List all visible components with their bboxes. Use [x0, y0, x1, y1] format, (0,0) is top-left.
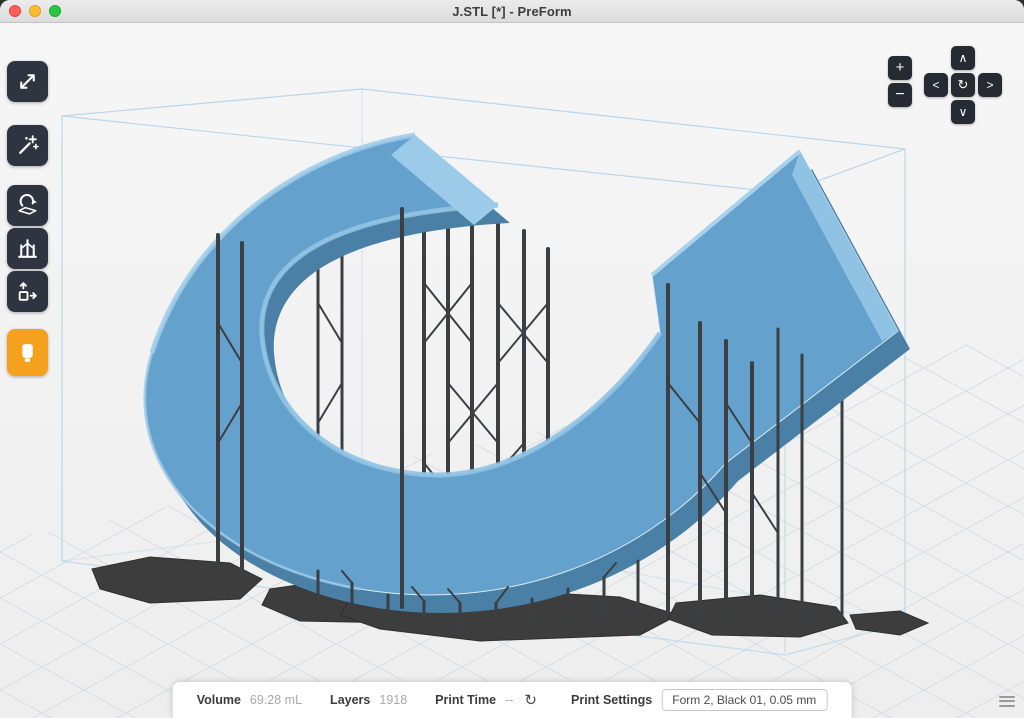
layers-value: 1918: [379, 693, 407, 707]
print-settings-select[interactable]: Form 2, Black 01, 0.05 mm: [661, 689, 827, 711]
refresh-print-time-button[interactable]: ↻: [518, 692, 543, 709]
rotate-icon: [15, 193, 40, 218]
pan-up-button[interactable]: ∧: [951, 46, 975, 70]
orbit-home-button[interactable]: ↻: [951, 73, 975, 97]
print-settings-label: Print Settings: [571, 693, 652, 707]
layers-label: Layers: [330, 693, 370, 707]
close-button[interactable]: [9, 5, 21, 17]
zoom-in-button[interactable]: +: [888, 56, 912, 80]
zoom-out-button[interactable]: −: [888, 83, 912, 107]
minimize-button[interactable]: [29, 5, 41, 17]
layout-tool-button[interactable]: [7, 271, 48, 312]
volume-value: 69.28 mL: [250, 693, 302, 707]
print-time-label: Print Time: [435, 693, 496, 707]
menu-icon[interactable]: [999, 693, 1015, 709]
titlebar: J.STL [*] - PreForm: [0, 0, 1024, 23]
window-title: J.STL [*] - PreForm: [452, 4, 571, 19]
print-time-group: Print Time -- ↻: [435, 692, 543, 709]
orientation-tool-button[interactable]: [7, 185, 48, 226]
supports-tool-button[interactable]: [7, 228, 48, 269]
expand-icon: [15, 69, 40, 94]
supports-lattice-icon: [15, 236, 40, 261]
volume-group: Volume 69.28 mL: [197, 693, 302, 707]
print-button[interactable]: [7, 329, 48, 376]
size-tool-button[interactable]: [7, 61, 48, 102]
viewport-3d[interactable]: + − ∧ < ↻ > ∨ Volume 69.28 mL Layers 191…: [0, 23, 1024, 718]
volume-label: Volume: [197, 693, 241, 707]
app-window: J.STL [*] - PreForm: [0, 0, 1024, 718]
status-bar: Volume 69.28 mL Layers 1918 Print Time -…: [172, 681, 853, 718]
pan-right-button[interactable]: >: [978, 73, 1002, 97]
pan-down-button[interactable]: ∨: [951, 100, 975, 124]
magic-wand-icon: [15, 133, 40, 158]
print-settings-group: Print Settings Form 2, Black 01, 0.05 mm: [571, 689, 827, 711]
cartridge-icon: [15, 340, 40, 365]
print-time-value: --: [505, 693, 513, 707]
layout-arrows-icon: [15, 279, 40, 304]
pan-left-button[interactable]: <: [924, 73, 948, 97]
traffic-lights: [9, 5, 61, 17]
one-click-print-button[interactable]: [7, 125, 48, 166]
layers-group: Layers 1918: [330, 693, 407, 707]
fullscreen-button[interactable]: [49, 5, 61, 17]
scene-canvas: [0, 23, 1024, 718]
